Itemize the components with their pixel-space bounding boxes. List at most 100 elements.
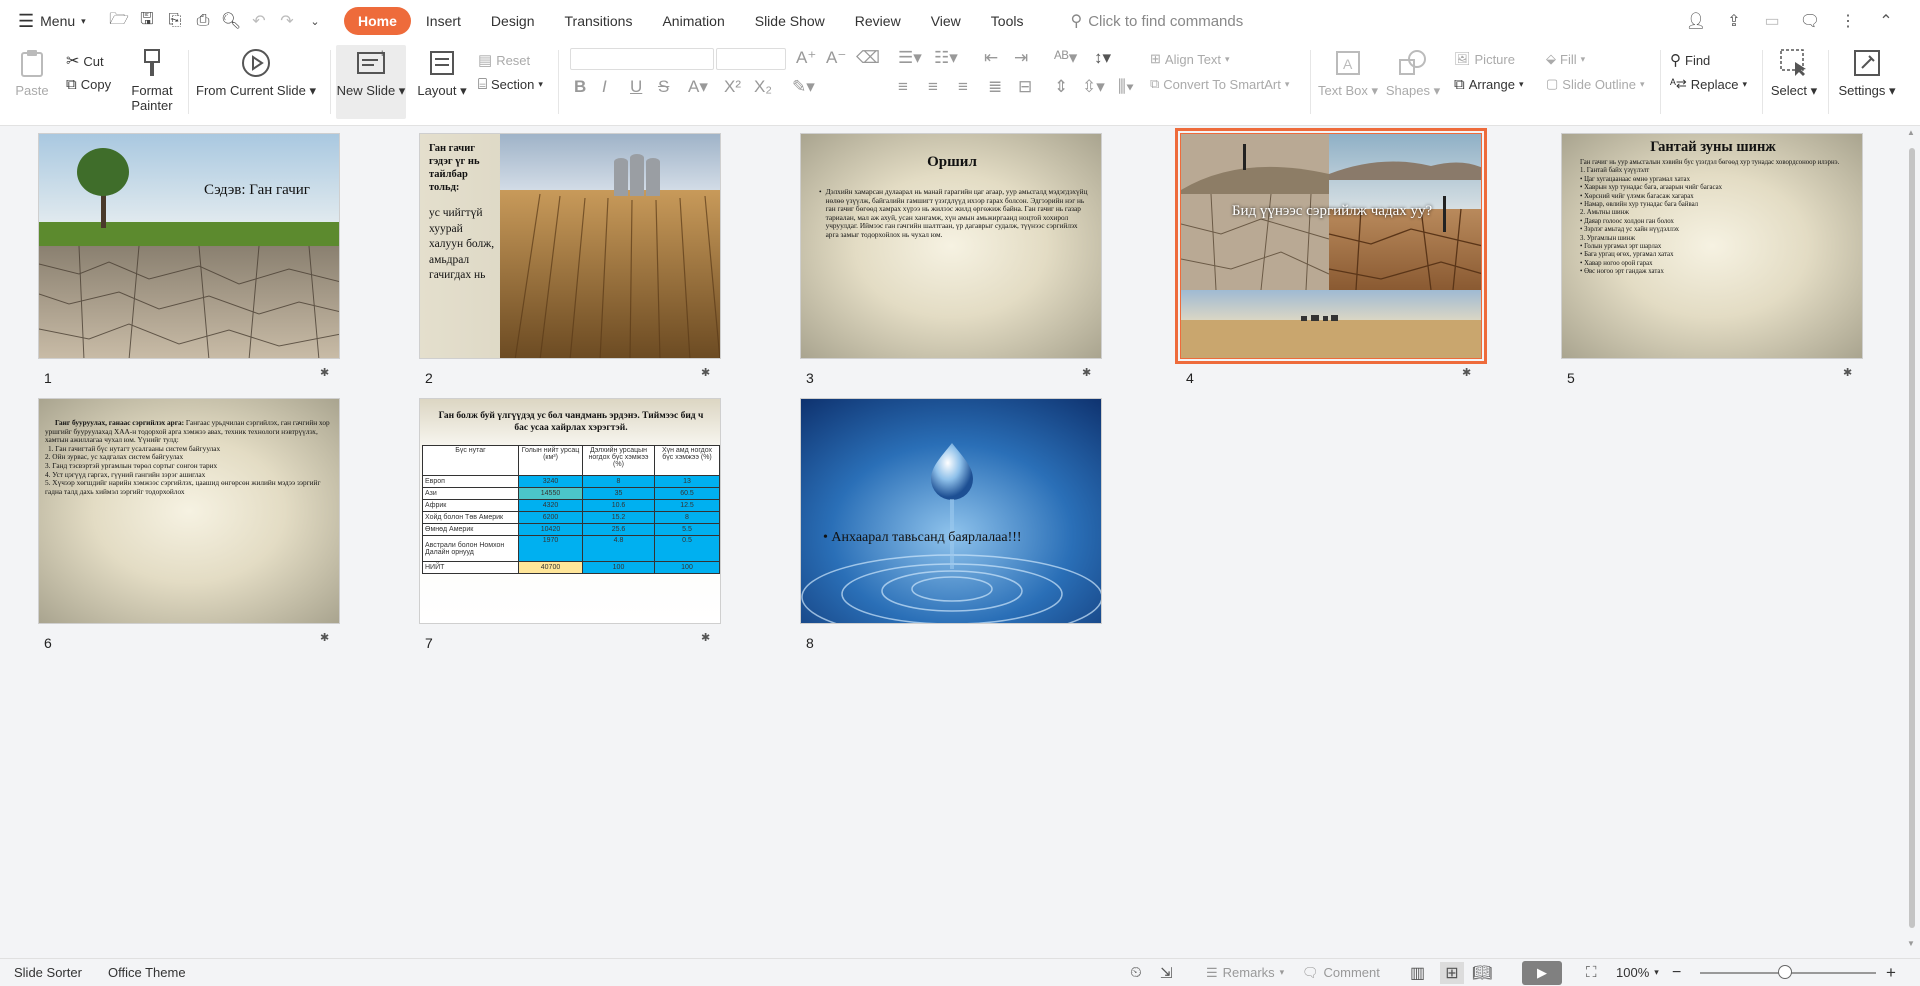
- print-preview-icon[interactable]: 🔍︎: [218, 8, 244, 34]
- slide-thumbnail-6[interactable]: Ганг бууруулах, ганаас сэргийлэх арга: Г…: [38, 398, 340, 624]
- italic-icon[interactable]: I: [602, 77, 607, 97]
- format-painter-button[interactable]: Format Painter: [124, 48, 180, 113]
- undo-icon[interactable]: ↶: [246, 8, 272, 34]
- bold-icon[interactable]: B: [574, 77, 586, 97]
- fill-button[interactable]: ⬙ Fill ▾: [1546, 51, 1585, 67]
- theme-name[interactable]: Office Theme: [108, 965, 186, 980]
- view-name[interactable]: Slide Sorter: [14, 965, 82, 980]
- tab-transitions[interactable]: Transitions: [550, 7, 648, 35]
- redo-icon[interactable]: ↷: [274, 8, 300, 34]
- tab-insert[interactable]: Insert: [411, 7, 476, 35]
- slide-thumbnail-3[interactable]: Оршил • Дэлхийн хамарсан дулаарал нь ман…: [800, 133, 1102, 359]
- font-name-combo[interactable]: [570, 48, 714, 70]
- scrollbar-thumb[interactable]: [1909, 148, 1915, 928]
- justify-icon[interactable]: ≣: [988, 77, 1002, 97]
- normal-view-icon[interactable]: ▥: [1410, 963, 1425, 983]
- command-search[interactable]: ⚲ Click to find commands: [1070, 0, 1243, 42]
- zoom-in-icon[interactable]: +: [1886, 963, 1896, 983]
- font-grow-icon[interactable]: A⁺: [796, 48, 816, 68]
- remarks-button[interactable]: ☰ Remarks ▾: [1206, 965, 1284, 981]
- slideshow-timer-icon[interactable]: ⏲: [1130, 964, 1142, 981]
- fit-window-icon[interactable]: ⛶: [1586, 964, 1597, 981]
- align-right-icon[interactable]: ≡: [958, 77, 968, 97]
- minimize-ribbon-icon[interactable]: ▭: [1758, 7, 1786, 35]
- columns-icon[interactable]: ⫼▾: [1118, 77, 1134, 97]
- convert-smartart-button[interactable]: ⧉ Convert To SmartArt ▾: [1150, 76, 1289, 92]
- add-user-icon[interactable]: 👤︎: [1682, 7, 1710, 35]
- slide-thumbnail-5[interactable]: Гантай зуны шинж Ган гачиг нь уур амьсга…: [1561, 133, 1863, 359]
- spacing-before-icon[interactable]: ⇳▾: [1082, 77, 1105, 97]
- save-icon[interactable]: 🖫: [134, 8, 160, 34]
- settings-button[interactable]: Settings ▾: [1836, 48, 1898, 98]
- share-icon[interactable]: ⇪: [1720, 7, 1748, 35]
- clear-format-icon[interactable]: ⌫: [856, 48, 880, 68]
- tab-animation[interactable]: Animation: [647, 7, 739, 35]
- zoom-level[interactable]: 100% ▾: [1616, 965, 1659, 980]
- distribute-icon[interactable]: ⊟: [1018, 77, 1032, 97]
- customize-quick-access-icon[interactable]: ⌄: [302, 8, 328, 34]
- slide-thumbnail-8[interactable]: • Анхаарал тавьсанд баярлалаа!!!: [800, 398, 1102, 624]
- main-menu-button[interactable]: ☰ Menu ▾: [18, 0, 106, 42]
- find-button[interactable]: ⚲ Find: [1670, 51, 1710, 69]
- scroll-up-icon[interactable]: ▲: [1907, 128, 1915, 137]
- select-button[interactable]: Select ▾: [1766, 48, 1822, 98]
- vertical-scrollbar[interactable]: ▲ ▼: [1904, 126, 1920, 950]
- numbering-icon[interactable]: ☷▾: [934, 48, 958, 68]
- text-direction-icon[interactable]: ᴬᴮ▾: [1054, 48, 1077, 68]
- copy-button[interactable]: ⧉ Copy: [66, 76, 111, 93]
- export-icon[interactable]: ⎘: [162, 8, 188, 34]
- align-text-button[interactable]: ⊞ Align Text ▾: [1150, 51, 1230, 67]
- slide-thumbnail-1[interactable]: Сэдэв: Ган гачиг: [38, 133, 340, 359]
- align-left-icon[interactable]: ≡: [898, 77, 908, 97]
- comment-button[interactable]: 🗨︎ Comment: [1302, 965, 1380, 981]
- zoom-out-icon[interactable]: −: [1672, 964, 1681, 982]
- line-spacing-icon[interactable]: ↕▾: [1094, 48, 1111, 68]
- layout-button[interactable]: Layout ▾: [414, 48, 470, 98]
- increase-indent-icon[interactable]: ⇥: [1014, 48, 1028, 68]
- zoom-slider-knob[interactable]: [1778, 965, 1792, 979]
- underline-icon[interactable]: U: [630, 77, 642, 97]
- shapes-button[interactable]: Shapes ▾: [1384, 48, 1442, 98]
- font-color-icon[interactable]: A▾: [688, 77, 708, 97]
- comment-icon[interactable]: 🗨︎: [1796, 7, 1824, 35]
- scroll-down-icon[interactable]: ▼: [1907, 939, 1915, 948]
- collapse-icon[interactable]: ⌃: [1872, 7, 1900, 35]
- font-shrink-icon[interactable]: A⁻: [826, 48, 846, 68]
- strikethrough-icon[interactable]: S: [658, 77, 669, 97]
- arrange-button[interactable]: ⧉ Arrange ▾: [1454, 76, 1524, 93]
- slide-sorter-area[interactable]: Сэдэв: Ган гачиг 1 ✱ Ган гачиг гэдэг үг …: [0, 126, 1904, 950]
- slide-sorter-view-icon[interactable]: ⊞: [1440, 961, 1464, 984]
- slide-outline-button[interactable]: ▢ Slide Outline ▾: [1546, 76, 1645, 92]
- subscript-icon[interactable]: X₂: [754, 77, 772, 97]
- text-box-button[interactable]: A Text Box ▾: [1318, 48, 1378, 98]
- paste-button[interactable]: Paste: [12, 48, 52, 98]
- slide-thumbnail-2[interactable]: Ган гачиг гэдэг үг нь тайлбар тольд: ус …: [419, 133, 721, 359]
- reset-button[interactable]: ▤ Reset: [478, 51, 530, 69]
- bullets-icon[interactable]: ☰▾: [898, 48, 922, 68]
- highlight-icon[interactable]: ✎▾: [792, 77, 815, 97]
- section-button[interactable]: ⌸ Section ▾: [478, 76, 543, 93]
- replace-button[interactable]: ᴬ⇄ Replace ▾: [1670, 76, 1747, 92]
- new-slide-button[interactable]: + New Slide ▾: [336, 45, 406, 119]
- decrease-indent-icon[interactable]: ⇤: [984, 48, 998, 68]
- reading-view-icon[interactable]: 📖︎: [1472, 963, 1492, 983]
- export-file-icon[interactable]: ⇲: [1160, 964, 1173, 982]
- play-slideshow-button[interactable]: ▶: [1522, 960, 1562, 985]
- print-icon[interactable]: ⎙: [190, 8, 216, 34]
- tab-tools[interactable]: Tools: [976, 7, 1039, 35]
- font-size-combo[interactable]: [716, 48, 786, 70]
- cut-button[interactable]: ✂ Cut: [66, 51, 104, 71]
- tab-view[interactable]: View: [916, 7, 976, 35]
- tab-review[interactable]: Review: [840, 7, 916, 35]
- superscript-icon[interactable]: X²: [724, 77, 741, 97]
- picture-button[interactable]: 🖼︎ Picture: [1454, 51, 1515, 67]
- open-folder-icon[interactable]: 🗁: [106, 8, 132, 34]
- slide-thumbnail-4[interactable]: Бид үүнээс сэргийлж чадах уу?: [1175, 128, 1487, 364]
- more-icon[interactable]: ⋮: [1834, 7, 1862, 35]
- slide-thumbnail-7[interactable]: Ган болж буй үлгүүдэд ус бол чандмань эр…: [419, 398, 721, 624]
- from-current-slide-button[interactable]: From Current Slide ▾: [196, 48, 316, 98]
- tab-slide-show[interactable]: Slide Show: [740, 7, 840, 35]
- tab-home[interactable]: Home: [344, 7, 411, 35]
- paragraph-spacing-icon[interactable]: ⇕: [1054, 77, 1068, 97]
- tab-design[interactable]: Design: [476, 7, 550, 35]
